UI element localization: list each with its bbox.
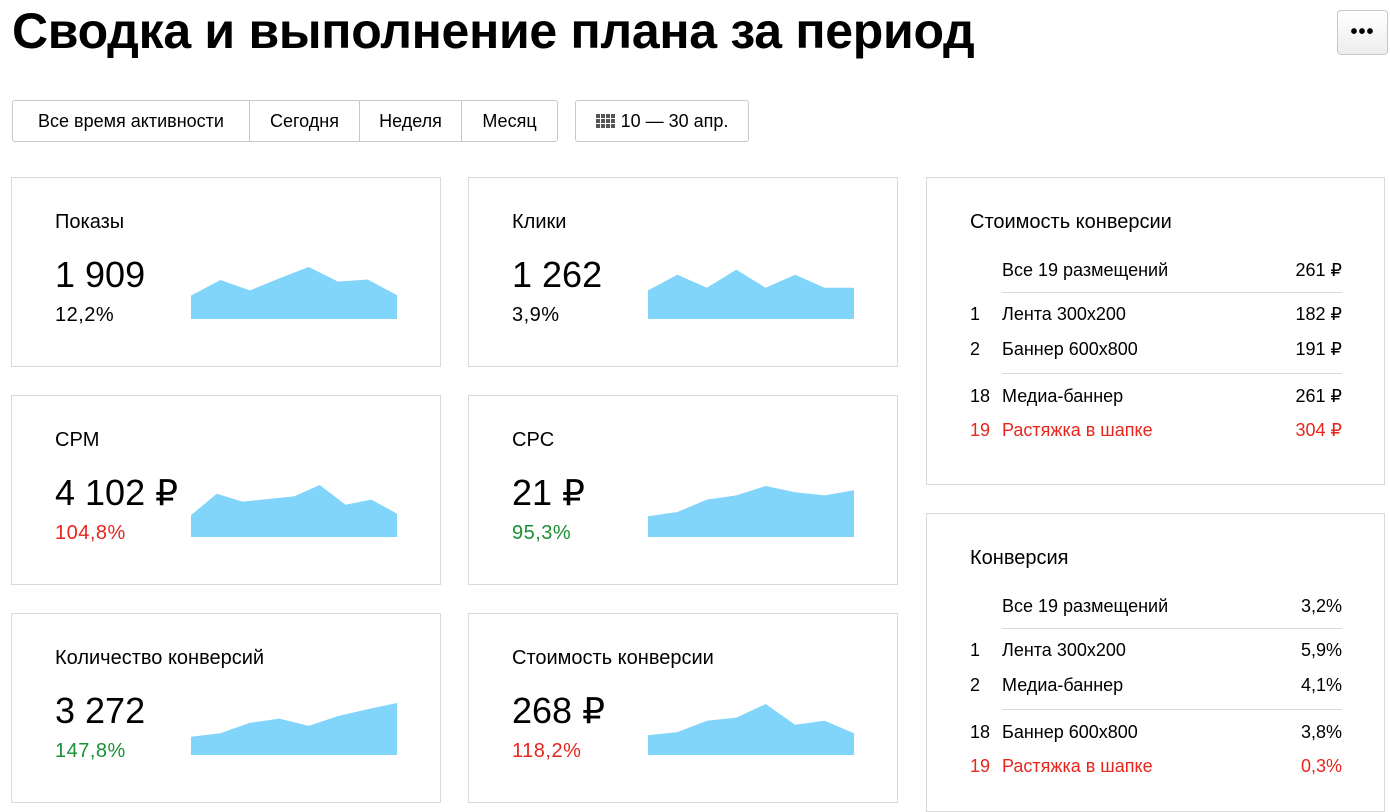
row-rank: 19	[970, 755, 991, 776]
row-rank: 1	[970, 639, 981, 660]
row-value: 5,9%	[1300, 639, 1342, 660]
metric-card-conversions: Количество конверсий 3 272 147,8%	[11, 613, 441, 803]
row-name: Лента 300x200	[1002, 639, 1126, 660]
metric-value: 1 909	[55, 254, 146, 295]
list-item: 18 Медиа-баннер 261 ₽	[970, 384, 1342, 408]
panel-conversion-rate: Конверсия Все 19 размещений 3,2% 1 Лента…	[926, 513, 1385, 812]
metric-percent: 12,2%	[55, 304, 115, 326]
sparkline-area	[191, 485, 397, 537]
metric-value: 268 ₽	[512, 690, 605, 731]
metric-label: Показы	[55, 211, 125, 233]
metric-label: CPM	[55, 429, 100, 451]
row-rank: 18	[970, 385, 991, 406]
row-value: 304 ₽	[1295, 419, 1343, 440]
more-menu-button[interactable]: •••	[1337, 10, 1388, 55]
calendar-grid-icon	[595, 114, 615, 128]
row-value: 191 ₽	[1295, 338, 1343, 359]
sparkline-area	[191, 703, 397, 755]
row-rank: 18	[970, 721, 991, 742]
panel-title: Конверсия	[970, 547, 1069, 569]
row-rank: 1	[970, 303, 981, 324]
divider	[1002, 373, 1342, 374]
sparkline-area	[648, 269, 854, 319]
row-name: Медиа-баннер	[1002, 674, 1124, 695]
row-value: 3,2%	[1300, 595, 1342, 616]
metric-percent: 147,8%	[55, 740, 126, 762]
list-item: 2 Медиа-баннер 4,1%	[970, 673, 1342, 697]
trend-sparkline	[191, 267, 397, 319]
metric-label: CPC	[512, 429, 555, 451]
sparkline-area	[648, 704, 854, 755]
list-item: 2 Баннер 600x800 191 ₽	[970, 337, 1342, 361]
sparkline-area	[648, 486, 854, 537]
row-name: Баннер 600x800	[1002, 338, 1138, 359]
row-rank: 2	[970, 338, 981, 359]
metric-value: 1 262	[512, 254, 603, 295]
metric-percent: 3,9%	[512, 304, 560, 326]
row-name: Лента 300x200	[1002, 303, 1126, 324]
row-name: Медиа-баннер	[1002, 385, 1124, 406]
period-month[interactable]: Месяц	[461, 101, 557, 141]
period-week[interactable]: Неделя	[359, 101, 461, 141]
divider	[1002, 628, 1342, 629]
list-item: 1 Лента 300x200 5,9%	[970, 638, 1342, 662]
trend-sparkline	[191, 703, 397, 755]
metric-percent: 95,3%	[512, 522, 572, 544]
row-name: Баннер 600x800	[1002, 721, 1138, 742]
metric-card-cpm: CPM 4 102 ₽ 104,8%	[11, 395, 441, 585]
list-item: 19 Растяжка в шапке 0,3%	[970, 754, 1342, 778]
divider	[1002, 292, 1342, 293]
period-selector: Все время активности Сегодня Неделя Меся…	[12, 100, 558, 142]
metric-card-conversion-cost: Стоимость конверсии 268 ₽ 118,2%	[468, 613, 898, 803]
panel-conversion-cost: Стоимость конверсии Все 19 размещений 26…	[926, 177, 1385, 485]
metric-value: 21 ₽	[512, 472, 585, 513]
metric-value: 3 272	[55, 690, 146, 731]
metric-card-impressions: Показы 1 909 12,2%	[11, 177, 441, 367]
period-all-time[interactable]: Все время активности	[13, 101, 249, 141]
date-range-button[interactable]: 10 — 30 апр.	[575, 100, 749, 142]
row-value: 3,8%	[1300, 721, 1342, 742]
metric-value: 4 102 ₽	[55, 472, 178, 513]
row-value: 261 ₽	[1295, 385, 1343, 406]
metric-card-clicks: Клики 1 262 3,9%	[468, 177, 898, 367]
row-value: 4,1%	[1300, 674, 1342, 695]
metric-percent: 104,8%	[55, 522, 126, 544]
metric-label: Количество конверсий	[55, 647, 265, 669]
panel-title: Стоимость конверсии	[970, 211, 1172, 233]
date-range-label: 10 — 30 апр.	[620, 110, 729, 131]
list-item: 1 Лента 300x200 182 ₽	[970, 302, 1342, 326]
row-rank: 19	[970, 419, 991, 440]
row-name: Растяжка в шапке	[1002, 755, 1153, 776]
metric-card-cpc: CPC 21 ₽ 95,3%	[468, 395, 898, 585]
divider	[1002, 709, 1342, 710]
panel-total-row: Все 19 размещений 261 ₽	[970, 258, 1342, 282]
panel-total-row: Все 19 размещений 3,2%	[970, 594, 1342, 618]
trend-sparkline	[648, 269, 854, 319]
sparkline-area	[191, 267, 397, 319]
list-item: 19 Растяжка в шапке 304 ₽	[970, 418, 1342, 442]
period-today[interactable]: Сегодня	[249, 101, 359, 141]
metric-percent: 118,2%	[512, 740, 582, 762]
page-title: Сводка и выполнение плана за период	[12, 3, 975, 59]
row-name: Все 19 размещений	[1002, 595, 1169, 616]
metric-label: Стоимость конверсии	[512, 647, 714, 669]
row-name: Все 19 размещений	[1002, 259, 1169, 280]
row-value: 182 ₽	[1295, 303, 1343, 324]
row-value: 0,3%	[1300, 755, 1342, 776]
metric-label: Клики	[512, 211, 567, 233]
row-value: 261 ₽	[1295, 259, 1343, 280]
trend-sparkline	[648, 704, 854, 755]
row-rank: 2	[970, 674, 981, 695]
row-name: Растяжка в шапке	[1002, 419, 1153, 440]
trend-sparkline	[648, 486, 854, 537]
trend-sparkline	[191, 485, 397, 537]
list-item: 18 Баннер 600x800 3,8%	[970, 720, 1342, 744]
